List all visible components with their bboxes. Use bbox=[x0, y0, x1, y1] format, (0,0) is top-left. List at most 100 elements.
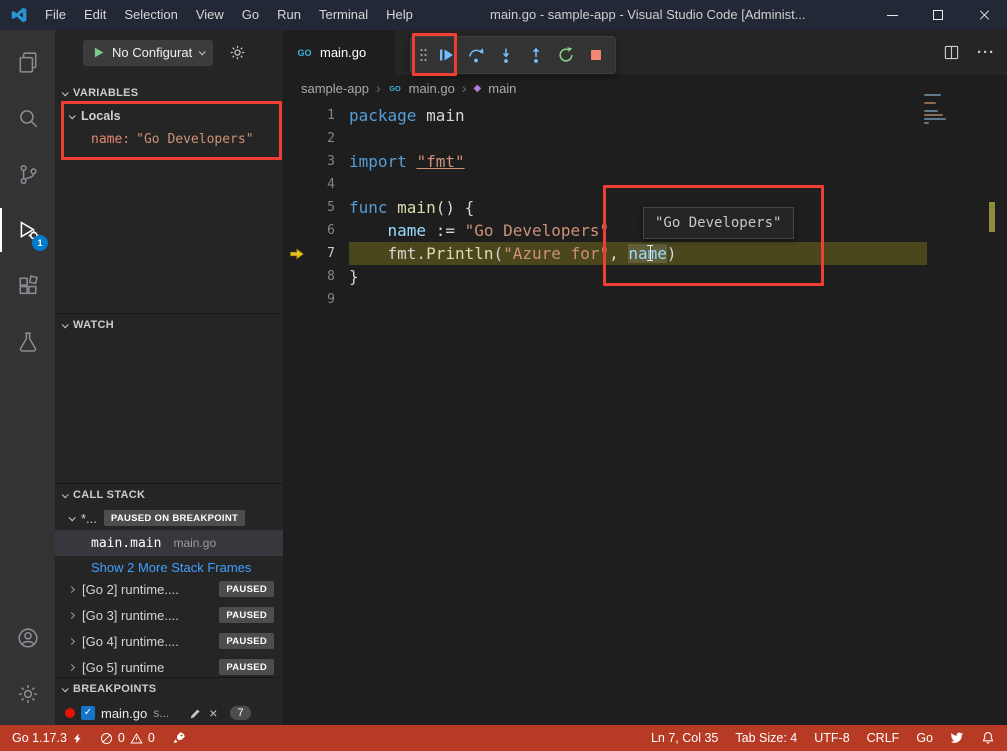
explorer-icon[interactable] bbox=[0, 36, 55, 88]
eol-item[interactable]: CRLF bbox=[867, 731, 900, 745]
minimap[interactable] bbox=[924, 94, 952, 126]
debug-hover-tooltip: "Go Developers" bbox=[643, 207, 794, 239]
source-control-icon[interactable] bbox=[0, 148, 55, 200]
menu-file[interactable]: File bbox=[36, 0, 75, 30]
breakpoints-section-header[interactable]: BREAKPOINTS bbox=[55, 678, 283, 700]
callstack-thread-row[interactable]: [Go 4] runtime....PAUSED bbox=[55, 628, 283, 654]
show-more-frames-link[interactable]: Show 2 More Stack Frames bbox=[91, 556, 251, 578]
feedback-item[interactable] bbox=[950, 731, 964, 745]
restart-button[interactable] bbox=[551, 39, 580, 71]
code-text[interactable]: import "fmt" bbox=[349, 152, 465, 171]
close-button[interactable] bbox=[961, 0, 1007, 30]
code-line-4[interactable]: 4 bbox=[283, 173, 1007, 196]
svg-text:GO: GO bbox=[389, 84, 401, 93]
menu-terminal[interactable]: Terminal bbox=[310, 0, 377, 30]
settings-gear-icon[interactable] bbox=[0, 669, 55, 719]
glyph-margin[interactable] bbox=[283, 219, 311, 242]
more-actions-icon[interactable]: ··· bbox=[977, 44, 995, 61]
section-title: CALL STACK bbox=[73, 489, 145, 501]
code-text[interactable]: package main bbox=[349, 106, 465, 125]
code-text[interactable]: fmt.Println("Azure for", name) bbox=[349, 244, 677, 263]
go-version-item[interactable]: Go 1.17.3 bbox=[12, 731, 83, 745]
start-debugging-icon[interactable] bbox=[92, 46, 105, 59]
menu-selection[interactable]: Selection bbox=[115, 0, 186, 30]
edit-breakpoint-icon[interactable] bbox=[189, 707, 202, 720]
menu-go[interactable]: Go bbox=[233, 0, 268, 30]
lightning-icon bbox=[72, 732, 83, 745]
accounts-icon[interactable] bbox=[0, 613, 55, 663]
code-line-1[interactable]: 1package main bbox=[283, 104, 1007, 127]
glyph-margin[interactable] bbox=[283, 265, 311, 288]
problems-item[interactable]: 0 0 bbox=[100, 731, 155, 745]
step-into-button[interactable] bbox=[492, 39, 521, 71]
warnings-icon bbox=[130, 732, 143, 745]
chevron-down-icon bbox=[199, 48, 206, 55]
debug-config-label: No Configurat bbox=[112, 45, 192, 60]
callstack-frame-row[interactable]: main.main main.go bbox=[55, 530, 283, 556]
callstack-paused-thread-row[interactable]: *... PAUSED ON BREAKPOINT bbox=[55, 506, 283, 530]
testing-icon[interactable] bbox=[0, 316, 55, 368]
close-icon bbox=[978, 9, 990, 21]
drag-handle[interactable] bbox=[419, 46, 428, 64]
glyph-margin[interactable] bbox=[283, 150, 311, 173]
notifications-item[interactable] bbox=[981, 731, 995, 745]
menu-run[interactable]: Run bbox=[268, 0, 310, 30]
code-text[interactable]: } bbox=[349, 267, 359, 286]
maximize-button[interactable] bbox=[915, 0, 961, 30]
debug-current-line-arrow-icon[interactable] bbox=[283, 242, 311, 265]
code-text[interactable]: name := "Go Developers" bbox=[349, 221, 609, 240]
debug-config-dropdown[interactable]: No Configurat bbox=[83, 40, 213, 66]
callstack-thread-row[interactable]: [Go 2] runtime....PAUSED bbox=[55, 576, 283, 602]
breadcrumb-item-file[interactable]: main.go bbox=[409, 81, 455, 96]
maximize-icon bbox=[933, 10, 943, 20]
menu-help[interactable]: Help bbox=[377, 0, 422, 30]
glyph-margin[interactable] bbox=[283, 173, 311, 196]
minimize-button[interactable] bbox=[869, 0, 915, 30]
glyph-margin[interactable] bbox=[283, 288, 311, 311]
continue-button[interactable] bbox=[432, 39, 461, 71]
variables-section-header[interactable]: VARIABLES bbox=[55, 82, 283, 104]
callstack-thread-row[interactable]: [Go 5] runtimePAUSED bbox=[55, 654, 283, 680]
code-line-2[interactable]: 2 bbox=[283, 127, 1007, 150]
menu-view[interactable]: View bbox=[187, 0, 233, 30]
breakpoint-checkbox[interactable]: ✓ bbox=[81, 706, 95, 720]
watch-section-header[interactable]: WATCH bbox=[55, 314, 283, 336]
menu-edit[interactable]: Edit bbox=[75, 0, 115, 30]
callstack-thread-row[interactable]: [Go 3] runtime....PAUSED bbox=[55, 602, 283, 628]
language-item[interactable]: Go bbox=[916, 731, 933, 745]
breakpoint-row[interactable]: ✓ main.go s... × 7 bbox=[55, 702, 283, 724]
code-line-7[interactable]: 7 fmt.Println("Azure for", name) bbox=[283, 242, 1007, 265]
go-version-label: Go 1.17.3 bbox=[12, 731, 67, 745]
gear-icon[interactable] bbox=[229, 44, 246, 61]
chevron-down-icon bbox=[69, 112, 76, 119]
remove-breakpoint-icon[interactable]: × bbox=[209, 705, 217, 721]
glyph-margin[interactable] bbox=[283, 104, 311, 127]
stop-button[interactable] bbox=[581, 39, 610, 71]
run-and-debug-icon[interactable]: 1 bbox=[0, 204, 55, 256]
glyph-margin[interactable] bbox=[283, 127, 311, 150]
extensions-icon[interactable] bbox=[0, 260, 55, 312]
breadcrumb-item-folder[interactable]: sample-app bbox=[301, 81, 369, 96]
breakpoint-file: main.go bbox=[101, 706, 147, 721]
search-icon[interactable] bbox=[0, 92, 55, 144]
launch-item[interactable] bbox=[172, 731, 186, 745]
tab-main-go[interactable]: GO main.go bbox=[283, 30, 395, 75]
locals-scope-row[interactable]: Locals bbox=[69, 106, 121, 126]
breakpoint-detail: s... bbox=[153, 706, 169, 720]
code-text[interactable]: func main() { bbox=[349, 198, 474, 217]
tab-size-item[interactable]: Tab Size: 4 bbox=[735, 731, 797, 745]
callstack-section-header[interactable]: CALL STACK bbox=[55, 484, 283, 506]
mouse-ibeam-cursor bbox=[650, 245, 651, 261]
encoding-item[interactable]: UTF-8 bbox=[814, 731, 849, 745]
breadcrumb-item-symbol[interactable]: main bbox=[488, 81, 516, 96]
split-editor-icon[interactable] bbox=[944, 45, 959, 60]
code-line-9[interactable]: 9 bbox=[283, 288, 1007, 311]
variable-row[interactable]: name: "Go Developers" bbox=[91, 129, 254, 150]
step-over-button[interactable] bbox=[462, 39, 491, 71]
code-token bbox=[349, 221, 388, 240]
step-out-button[interactable] bbox=[521, 39, 550, 71]
cursor-position-item[interactable]: Ln 7, Col 35 bbox=[651, 731, 718, 745]
code-line-8[interactable]: 8} bbox=[283, 265, 1007, 288]
glyph-margin[interactable] bbox=[283, 196, 311, 219]
code-line-3[interactable]: 3import "fmt" bbox=[283, 150, 1007, 173]
